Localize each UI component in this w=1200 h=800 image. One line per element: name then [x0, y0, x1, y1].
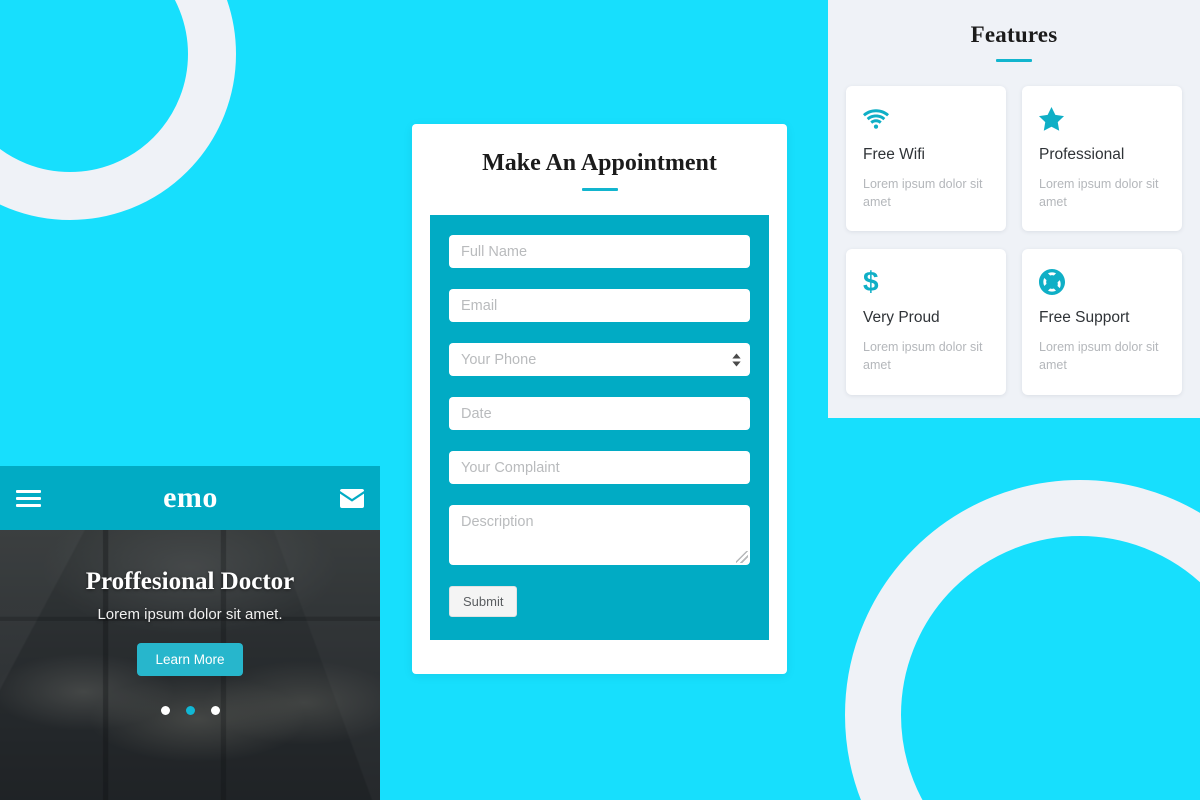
features-heading-underline — [996, 59, 1032, 62]
description-placeholder: Description — [461, 514, 534, 530]
carousel-dot-3[interactable] — [210, 706, 220, 715]
brand-logo[interactable]: emo — [163, 481, 218, 515]
mobile-header: emo — [0, 466, 380, 530]
phone-field[interactable]: Your Phone — [449, 343, 750, 376]
email-placeholder: Email — [461, 297, 498, 314]
number-spinner[interactable] — [732, 353, 741, 366]
hamburger-icon[interactable] — [16, 489, 41, 507]
feature-card-free-wifi[interactable]: Free Wifi Lorem ipsum dolor sit amet — [846, 86, 1006, 232]
features-heading: Features — [970, 22, 1058, 47]
feature-card-professional[interactable]: Professional Lorem ipsum dolor sit amet — [1022, 86, 1182, 232]
phone-placeholder: Your Phone — [461, 351, 537, 368]
carousel-dots — [160, 706, 220, 715]
date-placeholder: Date — [461, 405, 492, 422]
features-grid: Free Wifi Lorem ipsum dolor sit amet Pro… — [846, 86, 1182, 395]
mobile-preview: emo Proffesional Doctor Lorem ipsum dolo… — [0, 466, 380, 800]
carousel-dot-1[interactable] — [160, 706, 170, 715]
appointment-card: Make An Appointment Full Name Email Your… — [412, 124, 787, 674]
date-field[interactable]: Date — [449, 397, 750, 430]
feature-card-very-proud[interactable]: $ Very Proud Lorem ipsum dolor sit amet — [846, 249, 1006, 395]
appointment-heading-underline — [581, 188, 618, 191]
carousel-dot-2[interactable] — [185, 706, 195, 715]
decorative-ring-bottom-right — [845, 480, 1200, 800]
feature-description: Lorem ipsum dolor sit amet — [1039, 177, 1159, 210]
feature-title: Free Support — [1039, 309, 1130, 327]
decorative-ring-top-left — [0, 0, 236, 220]
resize-handle-icon[interactable] — [736, 551, 748, 563]
feature-description: Lorem ipsum dolor sit amet — [863, 177, 983, 210]
star-icon — [1039, 104, 1165, 134]
feature-title: Very Proud — [863, 309, 940, 327]
complaint-placeholder: Your Complaint — [461, 459, 560, 476]
hero-content: Proffesional Doctor Lorem ipsum dolor si… — [0, 530, 380, 800]
appointment-form: Full Name Email Your Phone Date Your Com… — [430, 215, 769, 640]
feature-card-free-support[interactable]: Free Support Lorem ipsum dolor sit amet — [1022, 249, 1182, 395]
feature-title: Free Wifi — [863, 146, 925, 163]
feature-description: Lorem ipsum dolor sit amet — [1039, 340, 1159, 373]
dollar-icon: $ — [863, 266, 879, 298]
complaint-field[interactable]: Your Complaint — [449, 451, 750, 484]
hero-carousel: Proffesional Doctor Lorem ipsum dolor si… — [0, 530, 380, 800]
hero-subtitle: Lorem ipsum dolor sit amet. — [97, 606, 283, 623]
full-name-placeholder: Full Name — [461, 243, 528, 260]
hero-title: Proffesional Doctor — [85, 568, 295, 595]
learn-more-button[interactable]: Learn More — [137, 643, 243, 676]
full-name-field[interactable]: Full Name — [449, 235, 750, 268]
appointment-heading: Make An Appointment — [482, 150, 717, 176]
description-textarea[interactable]: Description — [449, 505, 750, 565]
email-field[interactable]: Email — [449, 289, 750, 322]
feature-title: Professional — [1039, 146, 1125, 163]
features-panel: Features Free Wifi Lorem ipsum dolor sit… — [828, 0, 1200, 418]
envelope-icon[interactable] — [340, 488, 364, 508]
submit-button[interactable]: Submit — [449, 586, 518, 617]
wifi-icon — [863, 104, 989, 134]
feature-description: Lorem ipsum dolor sit amet — [863, 340, 983, 373]
lifebuoy-icon — [1039, 267, 1165, 297]
